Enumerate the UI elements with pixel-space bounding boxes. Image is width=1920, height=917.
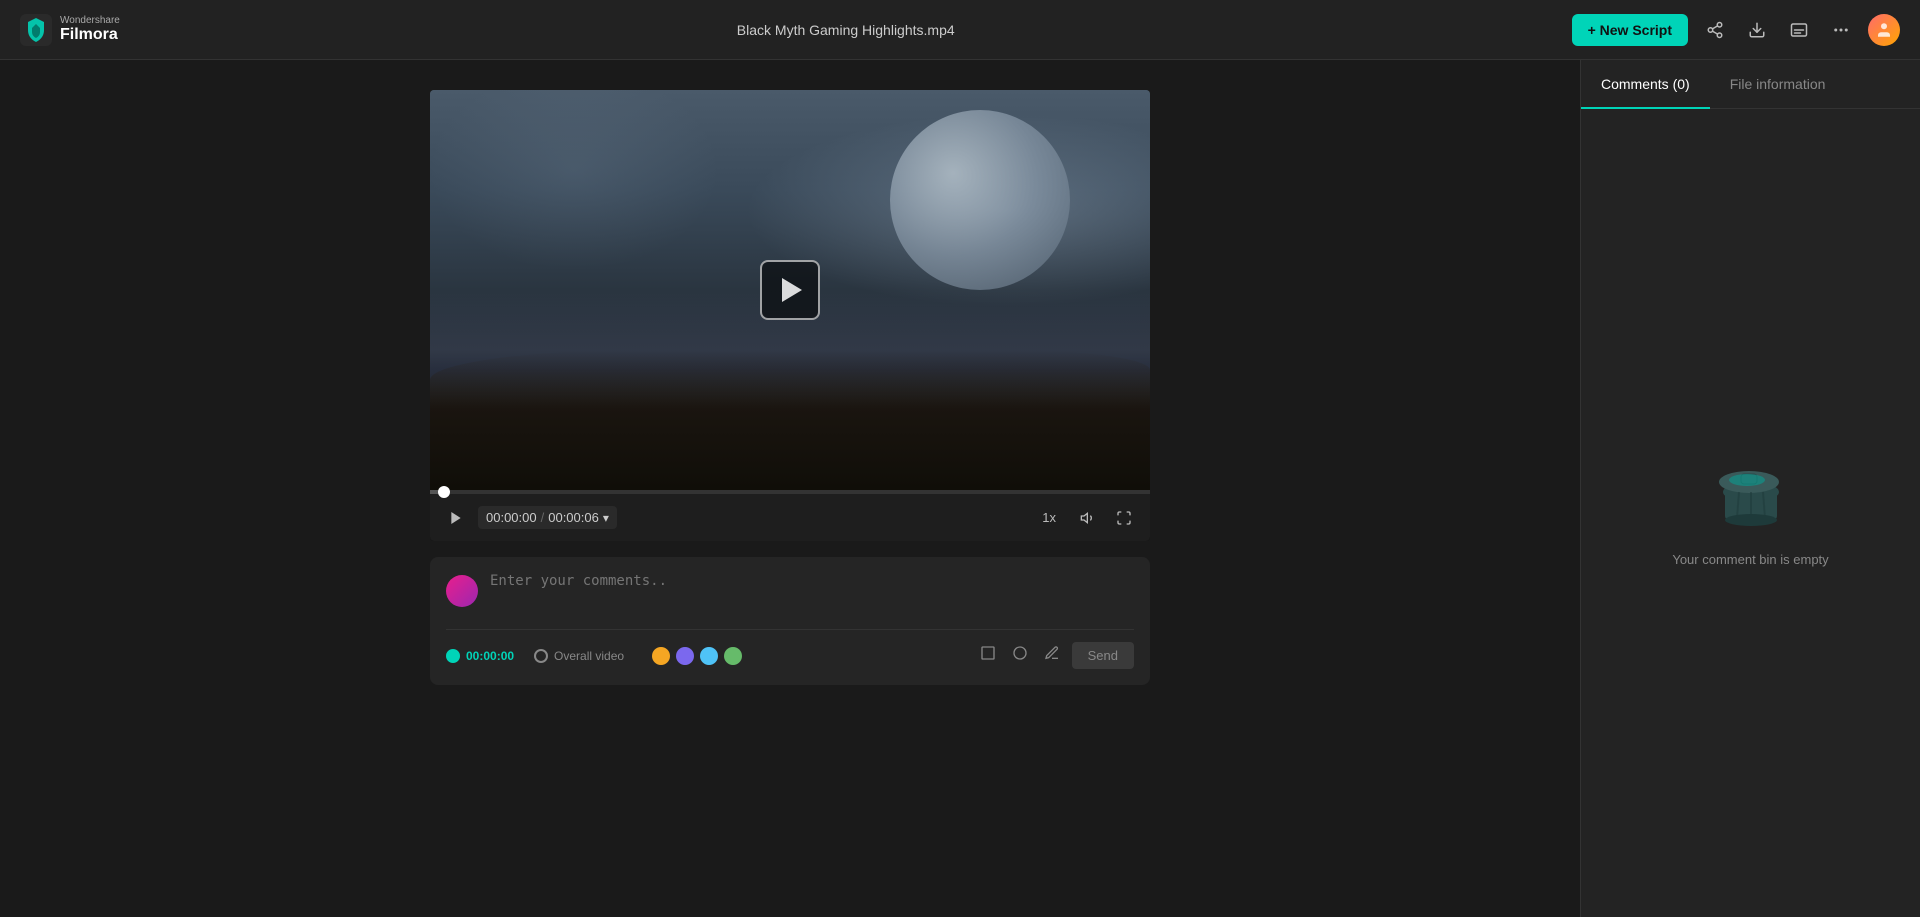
subtitles-button[interactable] — [1784, 15, 1814, 45]
overall-circle — [534, 649, 548, 663]
color-dot-green[interactable] — [724, 647, 742, 665]
share-icon — [1706, 21, 1724, 39]
play-icon — [448, 510, 464, 526]
empty-bin-label: Your comment bin is empty — [1672, 552, 1828, 567]
tab-comments[interactable]: Comments (0) — [1581, 60, 1710, 108]
video-container: 00:00:00 / 00:00:06 ▾ 1x — [430, 90, 1150, 541]
brand-name: Filmora — [60, 26, 120, 44]
overall-label: Overall video — [554, 649, 624, 663]
filmora-logo-icon — [20, 14, 52, 46]
send-button[interactable]: Send — [1072, 642, 1134, 669]
pen-tool-button[interactable] — [1040, 643, 1064, 668]
current-time: 00:00:00 — [486, 510, 537, 525]
tab-file-information[interactable]: File information — [1710, 60, 1846, 108]
total-time: 00:00:06 — [548, 510, 599, 525]
timestamp-dot — [446, 649, 460, 663]
play-button[interactable] — [760, 260, 820, 320]
comment-input-row — [446, 573, 1134, 613]
video-progress-thumb — [438, 486, 450, 498]
time-dropdown-button[interactable]: ▾ — [603, 511, 609, 525]
main-content: 00:00:00 / 00:00:06 ▾ 1x — [0, 60, 1920, 917]
comment-toolbar: 00:00:00 Overall video — [446, 629, 1134, 669]
comment-toolbar-left: 00:00:00 Overall video — [446, 647, 742, 665]
rect-icon — [980, 645, 996, 661]
user-icon — [1875, 21, 1893, 39]
nav-right: + New Script — [1572, 14, 1900, 46]
play-triangle-icon — [782, 278, 802, 302]
video-controls: 00:00:00 / 00:00:06 ▾ 1x — [430, 494, 1150, 541]
pen-icon — [1044, 645, 1060, 661]
more-button[interactable] — [1826, 15, 1856, 45]
color-picker — [652, 647, 742, 665]
logo-area: Wondershare Filmora — [20, 14, 120, 46]
brand-top: Wondershare — [60, 15, 120, 26]
video-area: 00:00:00 / 00:00:06 ▾ 1x — [0, 60, 1580, 917]
download-icon — [1748, 21, 1766, 39]
sidebar-content: Your comment bin is empty — [1581, 109, 1920, 917]
color-dot-purple[interactable] — [676, 647, 694, 665]
comment-timestamp: 00:00:00 — [466, 649, 514, 663]
controls-right: 1x — [1036, 508, 1134, 528]
subtitles-icon — [1790, 21, 1808, 39]
rect-tool-button[interactable] — [976, 643, 1000, 668]
video-progress-bar[interactable] — [430, 490, 1150, 494]
volume-button[interactable] — [1078, 508, 1098, 528]
circle-icon — [1012, 645, 1028, 661]
new-script-button[interactable]: + New Script — [1572, 14, 1688, 46]
top-nav: Wondershare Filmora Black Myth Gaming Hi… — [0, 0, 1920, 60]
color-dot-blue[interactable] — [700, 647, 718, 665]
file-title: Black Myth Gaming Highlights.mp4 — [737, 22, 955, 38]
circle-tool-button[interactable] — [1008, 643, 1032, 668]
scene-moon — [890, 110, 1070, 290]
controls-left: 00:00:00 / 00:00:06 ▾ — [446, 506, 617, 529]
video-player[interactable] — [430, 90, 1150, 490]
empty-bin-illustration: Your comment bin is empty — [1672, 460, 1828, 567]
color-dot-orange[interactable] — [652, 647, 670, 665]
time-display: 00:00:00 / 00:00:06 ▾ — [478, 506, 617, 529]
comment-section: 00:00:00 Overall video — [430, 557, 1150, 685]
sidebar-tabs: Comments (0) File information — [1581, 60, 1920, 109]
fullscreen-icon — [1116, 510, 1132, 526]
comment-user-avatar — [446, 575, 478, 607]
play-pause-button[interactable] — [446, 508, 466, 528]
logo-text: Wondershare Filmora — [60, 15, 120, 44]
overall-indicator: Overall video — [534, 649, 624, 663]
share-button[interactable] — [1700, 15, 1730, 45]
right-sidebar: Comments (0) File information — [1580, 60, 1920, 917]
timestamp-indicator: 00:00:00 — [446, 649, 514, 663]
download-button[interactable] — [1742, 15, 1772, 45]
empty-bin-icon — [1711, 460, 1791, 540]
comment-toolbar-right: Send — [976, 642, 1134, 669]
volume-icon — [1080, 510, 1096, 526]
comment-input[interactable] — [490, 573, 1134, 613]
speed-button[interactable]: 1x — [1036, 508, 1062, 527]
fullscreen-button[interactable] — [1114, 508, 1134, 528]
more-icon — [1832, 21, 1850, 39]
user-avatar[interactable] — [1868, 14, 1900, 46]
